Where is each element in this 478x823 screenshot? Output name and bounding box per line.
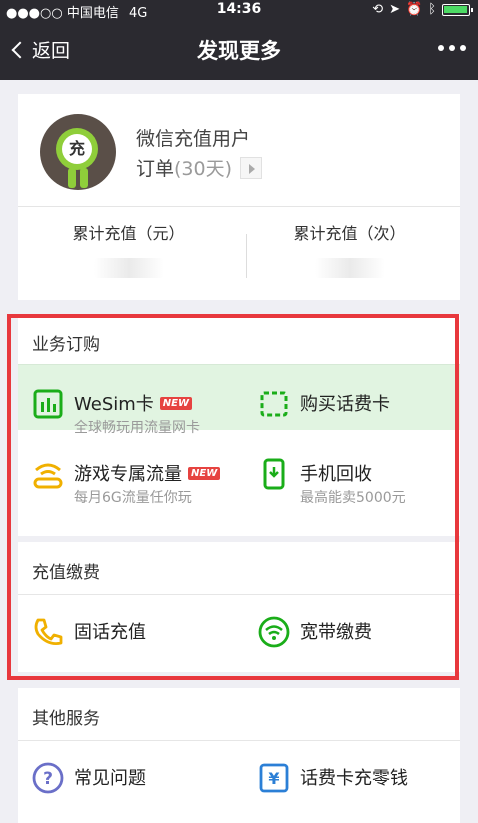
stat-count-value-blurred: [314, 258, 385, 278]
lock-rotation-icon: ⟲: [372, 2, 384, 17]
bar-chart-icon: [32, 388, 64, 420]
new-badge: NEW: [159, 396, 193, 410]
stat-total-count: 累计充值（次）: [239, 220, 460, 278]
svg-text:¥: ¥: [268, 769, 279, 788]
order-link[interactable]: 订单 (30天): [136, 154, 263, 181]
dot-icon: [449, 45, 455, 51]
business-section: 业务订购 WeSim卡 NEW 全球畅玩用流量网卡 购买话费卡 游戏专属流量 NEW…: [18, 314, 460, 536]
item-label: 固话充值: [74, 622, 146, 643]
location-icon: ➤: [389, 2, 400, 17]
stat-count-label: 累计充值（次）: [293, 224, 406, 243]
order-days: (30天): [174, 158, 233, 180]
item-buy-card[interactable]: 购买话费卡: [258, 384, 473, 440]
item-label: 购买话费卡: [300, 394, 390, 415]
question-icon: ?: [32, 762, 64, 794]
item-subtitle: 全球畅玩用流量网卡: [74, 420, 200, 436]
phone-recycle-icon: [258, 458, 290, 490]
new-badge: NEW: [188, 466, 221, 480]
item-label: 话费卡充零钱: [300, 768, 408, 789]
item-wesim[interactable]: WeSim卡 NEW 全球畅玩用流量网卡: [32, 384, 247, 440]
navigation-bar: 返回 发现更多: [0, 20, 478, 80]
item-card-to-wallet[interactable]: ¥ 话费卡充零钱: [258, 758, 473, 814]
avatar-char: 充: [62, 134, 92, 164]
user-name: 微信充值用户: [136, 128, 251, 150]
play-arrow-icon: [240, 156, 263, 179]
divider: [18, 740, 460, 741]
top-bar: ●●●○○ 中国电信 4G 14:36 ⟲ ➤ ⏰ ᛒ 返回 发现更多: [0, 0, 478, 80]
stat-amount-label: 累计充值（元）: [72, 224, 185, 243]
dot-icon: [460, 45, 466, 51]
divider: [18, 594, 460, 595]
order-label: 订单: [136, 158, 175, 180]
more-menu-button[interactable]: [434, 38, 470, 58]
section-title: 其他服务: [32, 709, 100, 729]
section-title: 充值缴费: [32, 563, 100, 583]
recharge-section: 充值缴费 固话充值 宽带缴费: [18, 542, 460, 672]
item-label-text: WeSim卡: [74, 394, 154, 415]
mascot-leg: [80, 168, 88, 188]
bluetooth-icon: ᛒ: [428, 2, 436, 17]
item-broadband-pay[interactable]: 宽带缴费: [258, 612, 473, 668]
item-label: 游戏专属流量 NEW: [74, 460, 221, 486]
game-pad-icon: [32, 458, 64, 490]
status-bar: ●●●○○ 中国电信 4G 14:36 ⟲ ➤ ⏰ ᛒ: [0, 0, 478, 21]
item-subtitle: 最高能卖5000元: [300, 490, 406, 506]
mascot-leg: [68, 168, 76, 188]
item-landline-recharge[interactable]: 固话充值: [32, 612, 247, 668]
item-subtitle: 每月6G流量任你玩: [74, 490, 192, 506]
item-label: 常见问题: [74, 768, 146, 789]
yuan-card-icon: ¥: [258, 762, 290, 794]
stat-amount-value-blurred: [93, 258, 164, 278]
item-label: WeSim卡 NEW: [74, 390, 193, 416]
item-label-text: 游戏专属流量: [74, 464, 182, 485]
avatar: 充: [40, 114, 116, 190]
status-icons: ⟲ ➤ ⏰ ᛒ: [372, 2, 473, 17]
alarm-icon: ⏰: [406, 2, 423, 17]
svg-text:?: ?: [43, 769, 53, 789]
stat-total-amount: 累计充值（元）: [18, 220, 239, 278]
profile-card: 充 微信充值用户 订单 (30天) 累计充值（元） 累计充值（次）: [18, 94, 460, 300]
item-faq[interactable]: ? 常见问题: [32, 758, 247, 814]
telephone-icon: [32, 616, 64, 648]
page-title: 发现更多: [197, 39, 281, 63]
divider: [18, 206, 460, 207]
section-title: 业务订购: [32, 335, 100, 355]
item-label: 宽带缴费: [300, 622, 372, 643]
wifi-icon: [258, 616, 290, 648]
dot-icon: [438, 45, 444, 51]
item-label: 手机回收: [300, 464, 372, 485]
other-services-section: 其他服务 ? 常见问题 ¥ 话费卡充零钱: [18, 688, 460, 823]
battery-icon: [442, 3, 473, 16]
card-icon: [258, 388, 290, 420]
item-game-data[interactable]: 游戏专属流量 NEW 每月6G流量任你玩: [32, 454, 247, 510]
item-phone-recycle[interactable]: 手机回收 最高能卖5000元: [258, 454, 473, 510]
